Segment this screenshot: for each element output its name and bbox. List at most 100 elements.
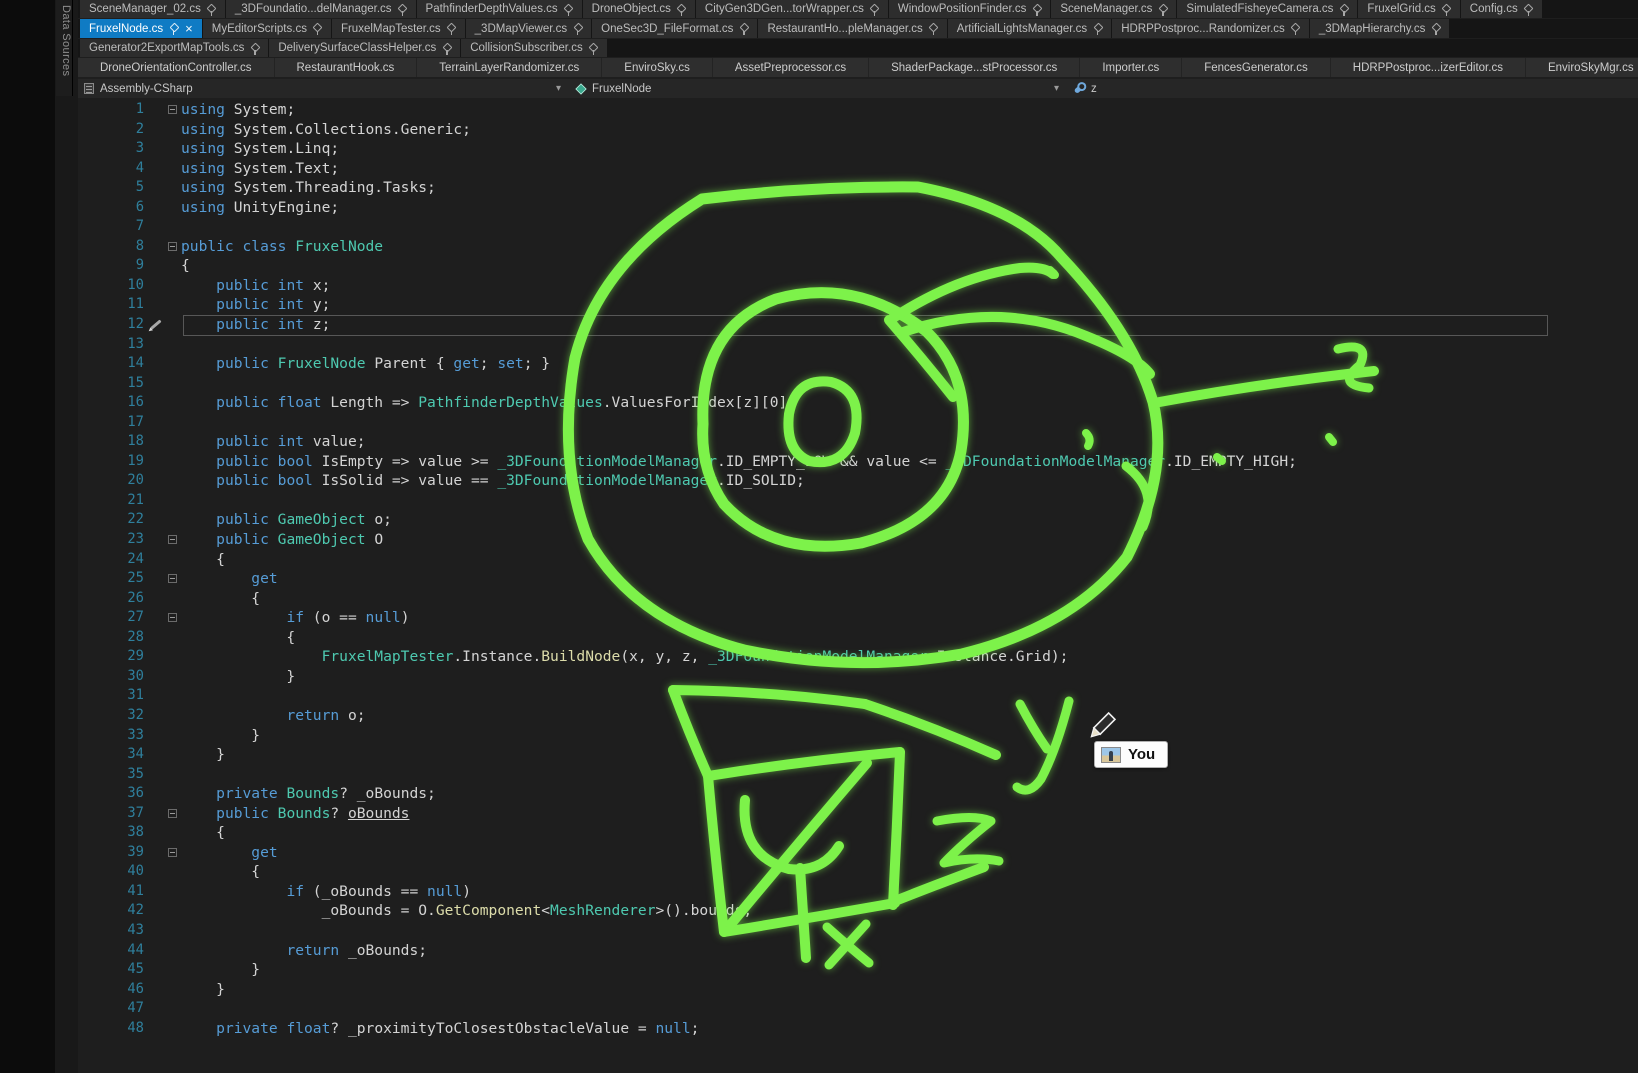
pin-icon[interactable] xyxy=(447,22,456,35)
code-line[interactable]: 38 { xyxy=(78,823,1638,843)
code-line[interactable]: 19 public bool IsEmpty => value >= _3DFo… xyxy=(78,452,1638,472)
tab-_3DMapViewer.cs[interactable]: _3DMapViewer.cs xyxy=(466,19,591,38)
tab-Generator2ExportMapTools.cs[interactable]: Generator2ExportMapTools.cs xyxy=(80,39,268,57)
data-sources-side-tab[interactable]: Data Sources xyxy=(56,0,73,96)
tab-PathfinderDepthValues.cs[interactable]: PathfinderDepthValues.cs xyxy=(417,0,582,18)
code-line[interactable]: 43 xyxy=(78,921,1638,941)
tab-TerrainLayerRandomizer.cs[interactable]: TerrainLayerRandomizer.cs xyxy=(417,58,602,77)
code-line[interactable]: 36 private Bounds? _oBounds; xyxy=(78,784,1638,804)
code-line[interactable]: 24 { xyxy=(78,550,1638,570)
chevron-down-icon[interactable]: ▾ xyxy=(556,83,564,94)
tab-SceneManager.cs[interactable]: SceneManager.cs xyxy=(1051,0,1176,18)
tab-WindowPositionFinder.cs[interactable]: WindowPositionFinder.cs xyxy=(889,0,1050,18)
code-line[interactable]: 22 public GameObject o; xyxy=(78,510,1638,530)
code-line[interactable]: 16 public float Length => PathfinderDept… xyxy=(78,393,1638,413)
code-line[interactable]: 46 } xyxy=(78,980,1638,1000)
code-line[interactable]: 37 public Bounds? oBounds xyxy=(78,804,1638,824)
code-line[interactable]: 26 { xyxy=(78,589,1638,609)
code-line[interactable]: 10 public int x; xyxy=(78,276,1638,296)
code-line[interactable]: 3using System.Linq; xyxy=(78,139,1638,159)
code-line[interactable]: 11 public int y; xyxy=(78,295,1638,315)
tab-OneSec3D_FileFormat.cs[interactable]: OneSec3D_FileFormat.cs xyxy=(592,19,757,38)
code-line[interactable]: 42 _oBounds = O.GetComponent<MeshRendere… xyxy=(78,901,1638,921)
fold-collapse-icon[interactable] xyxy=(168,613,177,622)
tab-Config.cs[interactable]: Config.cs xyxy=(1461,0,1542,18)
tab-EnviroSkyMgr.cs[interactable]: EnviroSkyMgr.cs xyxy=(1526,58,1638,77)
fold-collapse-icon[interactable] xyxy=(168,535,177,544)
code-line[interactable]: 18 public int value; xyxy=(78,432,1638,452)
fold-collapse-icon[interactable] xyxy=(168,574,177,583)
tab-SceneManager_02.cs[interactable]: SceneManager_02.cs xyxy=(80,0,225,18)
code-line[interactable]: 28 { xyxy=(78,628,1638,648)
pin-icon[interactable] xyxy=(870,3,879,16)
chevron-down-icon[interactable]: ▾ xyxy=(1054,83,1062,94)
code-line[interactable]: 6using UnityEngine; xyxy=(78,198,1638,218)
tab-HDRPPostproc...izerEditor.cs[interactable]: HDRPPostproc...izerEditor.cs xyxy=(1331,58,1526,77)
code-line[interactable]: 2using System.Collections.Generic; xyxy=(78,120,1638,140)
code-line[interactable]: 30 } xyxy=(78,667,1638,687)
code-line[interactable]: 17 xyxy=(78,413,1638,433)
pin-icon[interactable] xyxy=(677,3,686,16)
code-line[interactable]: 15 xyxy=(78,374,1638,394)
code-line[interactable]: 9{ xyxy=(78,256,1638,276)
tab-_3DFoundatio...delManager.cs[interactable]: _3DFoundatio...delManager.cs xyxy=(226,0,416,18)
fold-collapse-icon[interactable] xyxy=(168,809,177,818)
tab-ShaderPackage...stProcessor.cs[interactable]: ShaderPackage...stProcessor.cs xyxy=(869,58,1080,77)
code-line[interactable]: 20 public bool IsSolid => value == _3DFo… xyxy=(78,471,1638,491)
pin-icon[interactable] xyxy=(1431,22,1440,35)
pin-icon[interactable] xyxy=(573,22,582,35)
code-line[interactable]: 13 xyxy=(78,335,1638,355)
pin-icon[interactable] xyxy=(1093,22,1102,35)
code-line[interactable]: 39 get xyxy=(78,843,1638,863)
code-line[interactable]: 40 { xyxy=(78,862,1638,882)
type-dropdown[interactable]: FruxelNode ▾ xyxy=(570,79,1068,98)
tab-FencesGenerator.cs[interactable]: FencesGenerator.cs xyxy=(1182,58,1331,77)
tab-Importer.cs[interactable]: Importer.cs xyxy=(1080,58,1182,77)
code-line[interactable]: 47 xyxy=(78,999,1638,1019)
pin-icon[interactable] xyxy=(207,3,216,16)
tab-CollisionSubscriber.cs[interactable]: CollisionSubscriber.cs xyxy=(461,39,607,57)
pin-icon[interactable] xyxy=(313,22,322,35)
code-line[interactable]: 8public class FruxelNode xyxy=(78,237,1638,257)
code-line[interactable]: 23 public GameObject O xyxy=(78,530,1638,550)
code-line[interactable]: 27 if (o == null) xyxy=(78,608,1638,628)
code-line[interactable]: 34 } xyxy=(78,745,1638,765)
pin-icon[interactable] xyxy=(169,22,178,35)
close-icon[interactable]: × xyxy=(185,22,193,35)
pin-icon[interactable] xyxy=(1442,3,1451,16)
pin-icon[interactable] xyxy=(250,42,259,55)
tab-RestaurantHo...pleManager.cs[interactable]: RestaurantHo...pleManager.cs xyxy=(758,19,946,38)
tab-MyEditorScripts.cs[interactable]: MyEditorScripts.cs xyxy=(203,19,331,38)
fold-collapse-icon[interactable] xyxy=(168,242,177,251)
pin-icon[interactable] xyxy=(1291,22,1300,35)
code-line[interactable]: 12 public int z; xyxy=(78,315,1638,335)
code-line[interactable]: 4using System.Text; xyxy=(78,159,1638,179)
tab-ArtificialLightsManager.cs[interactable]: ArtificialLightsManager.cs xyxy=(948,19,1111,38)
code-line[interactable]: 7 xyxy=(78,217,1638,237)
pin-icon[interactable] xyxy=(1524,3,1533,16)
project-dropdown[interactable]: Assembly-CSharp ▾ xyxy=(78,79,570,98)
tab-FruxelGrid.cs[interactable]: FruxelGrid.cs xyxy=(1358,0,1459,18)
tab-HDRPPostproc...Randomizer.cs[interactable]: HDRPPostproc...Randomizer.cs xyxy=(1112,19,1309,38)
pin-icon[interactable] xyxy=(1158,3,1167,16)
pin-icon[interactable] xyxy=(564,3,573,16)
tab-RestaurantHook.cs[interactable]: RestaurantHook.cs xyxy=(275,58,418,77)
tab-CityGen3DGen...torWrapper.cs[interactable]: CityGen3DGen...torWrapper.cs xyxy=(696,0,888,18)
tab-SimulatedFisheyeCamera.cs[interactable]: SimulatedFisheyeCamera.cs xyxy=(1177,0,1357,18)
tab-DroneOrientationController.cs[interactable]: DroneOrientationController.cs xyxy=(78,58,275,77)
tab-FruxelMapTester.cs[interactable]: FruxelMapTester.cs xyxy=(332,19,465,38)
code-line[interactable]: 41 if (_oBounds == null) xyxy=(78,882,1638,902)
code-line[interactable]: 48 private float? _proximityToClosestObs… xyxy=(78,1019,1638,1039)
pin-icon[interactable] xyxy=(589,42,598,55)
member-dropdown[interactable]: z xyxy=(1068,79,1103,98)
tab-FruxelNode.cs[interactable]: FruxelNode.cs× xyxy=(80,19,202,38)
code-line[interactable]: 44 return _oBounds; xyxy=(78,941,1638,961)
code-line[interactable]: 32 return o; xyxy=(78,706,1638,726)
tab-EnviroSky.cs[interactable]: EnviroSky.cs xyxy=(602,58,713,77)
code-line[interactable]: 1using System; xyxy=(78,100,1638,120)
fold-collapse-icon[interactable] xyxy=(168,848,177,857)
code-line[interactable]: 31 xyxy=(78,686,1638,706)
tab-_3DMapHierarchy.cs[interactable]: _3DMapHierarchy.cs xyxy=(1310,19,1450,38)
tab-DeliverySurfaceClassHelper.cs[interactable]: DeliverySurfaceClassHelper.cs xyxy=(269,39,460,57)
tab-DroneObject.cs[interactable]: DroneObject.cs xyxy=(583,0,695,18)
